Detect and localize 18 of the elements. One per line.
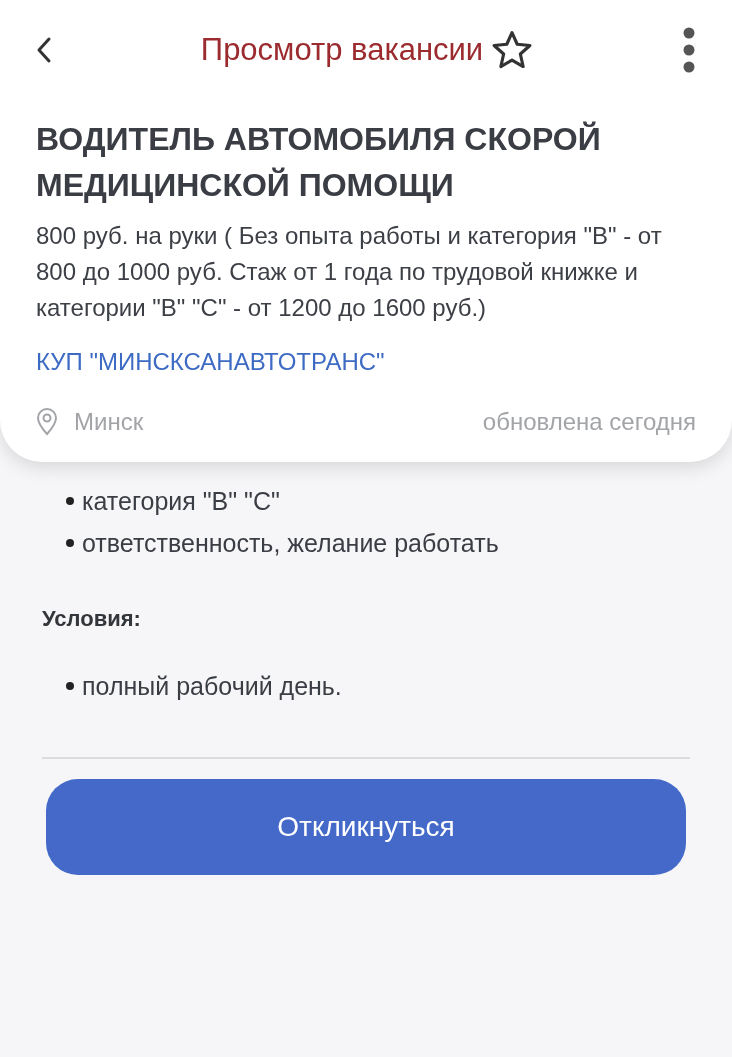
list-item: полный рабочий день.	[82, 671, 342, 702]
list-item: ответственность, желание работать	[82, 528, 499, 559]
apply-button[interactable]: Откликнуться	[46, 779, 686, 875]
company-link[interactable]: КУП "МИНСКСАНАВТОТРАНС"	[36, 344, 385, 380]
more-icon[interactable]	[682, 26, 696, 74]
salary-text: 800 руб. на руки ( Без опыта работы и категория "В" - от 800 до 1000 руб. Стаж от 1 года по трудовой книжке и категории "В" "С" - от 1200 до 1600 руб.)	[36, 221, 663, 323]
bullet-icon	[66, 539, 74, 547]
bullet-icon	[66, 682, 74, 690]
section-heading: Условия:	[42, 605, 142, 633]
location-pin-icon	[36, 408, 58, 436]
bullet-icon	[66, 497, 74, 505]
back-icon[interactable]	[36, 36, 52, 64]
screen-title: Просмотр вакансии	[200, 30, 484, 69]
updated-text: обновлена сегодня	[482, 407, 696, 437]
star-icon[interactable]	[491, 30, 534, 70]
location-text: Минск	[74, 407, 144, 437]
list-item: категория "В" "С"	[82, 486, 280, 517]
vacancy-title: ВОДИТЕЛЬ АВТОМОБИЛЯ СКОРОЙ МЕДИЦИНСКОЙ ПОМОЩИ	[36, 120, 602, 205]
